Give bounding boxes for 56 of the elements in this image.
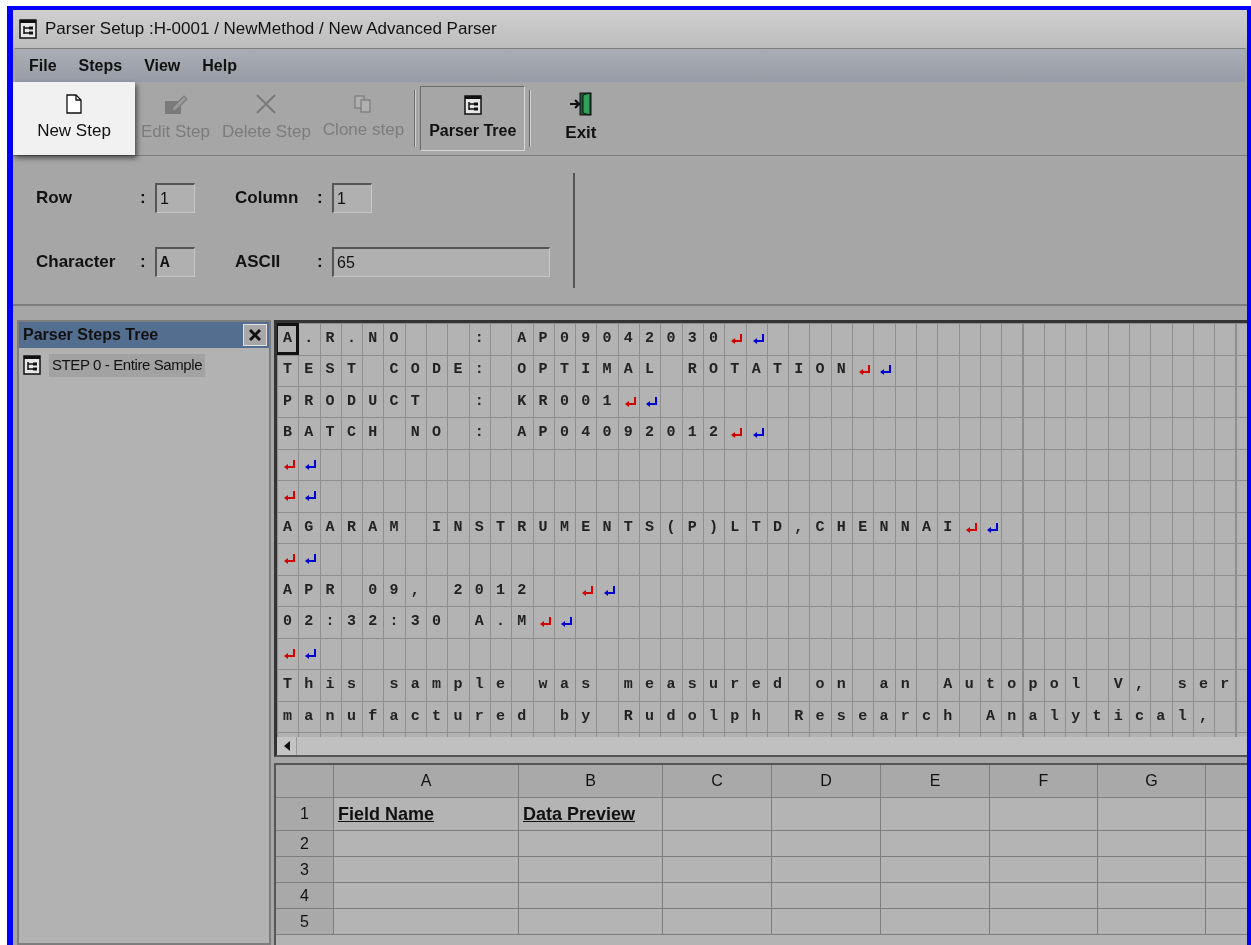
column-header[interactable]: F <box>990 765 1098 797</box>
row-header[interactable]: 4 <box>276 883 334 908</box>
column-header[interactable]: E <box>881 765 990 797</box>
x-icon <box>255 92 278 115</box>
menu-item[interactable]: View <box>144 53 181 78</box>
close-icon <box>249 329 261 341</box>
column-header[interactable]: A <box>334 765 519 797</box>
column-header[interactable]: D <box>772 765 881 797</box>
left-arrow-icon <box>283 741 290 751</box>
toolbar-button[interactable]: New Step <box>13 82 135 155</box>
table-cell-text: Field Name <box>338 802 435 826</box>
column-header[interactable]: G <box>1098 765 1206 797</box>
copy-icon <box>354 94 373 113</box>
tree-icon <box>463 94 482 115</box>
document-icon <box>66 93 82 114</box>
panel-title: Parser Steps Tree <box>23 325 159 345</box>
tree-item[interactable]: STEP 0 - Entire Sample <box>49 354 206 377</box>
close-button[interactable] <box>243 324 267 346</box>
table-cell-text: Data Preview <box>523 802 636 826</box>
field-label: Character <box>36 251 117 274</box>
input-field[interactable]: 65 <box>332 247 550 277</box>
exit-door-icon <box>568 91 593 116</box>
sample-line: manufactured by Rudolph Research Analytical, <box>283 707 1221 726</box>
colon: : <box>317 251 324 274</box>
menu-item[interactable]: Steps <box>78 53 123 78</box>
sample-line: AGARAM INSTRUMENTS(P)LTD,CHENNAI <box>283 518 965 537</box>
input-field[interactable]: A <box>155 247 195 277</box>
toolbar-button[interactable]: Exit <box>535 82 627 155</box>
row-header[interactable]: 3 <box>276 857 334 882</box>
field-label: ASCII <box>235 251 282 274</box>
sample-line: PRODUCT : KR001 <box>283 392 624 411</box>
sample-line: 02:32:30 A.M <box>283 613 539 632</box>
sample-line: APR 09, 2012 <box>283 581 540 600</box>
column-header[interactable]: C <box>663 765 772 797</box>
app-icon <box>19 19 37 39</box>
window-title: Parser Setup :H-0001 / NewMethod / New Advanced Parser <box>45 18 497 41</box>
field-label: Row <box>36 187 73 210</box>
tree-node-icon <box>23 355 41 376</box>
horizontal-scrollbar[interactable] <box>274 737 1247 757</box>
row-header[interactable]: 1 <box>276 798 334 830</box>
sample-line: TEST CODE: OPTIMAL ROTATION <box>283 361 859 380</box>
input-field[interactable]: 1 <box>155 183 195 213</box>
menu-item[interactable]: File <box>29 53 57 78</box>
row-header[interactable]: 5 <box>276 909 334 934</box>
column-header[interactable]: B <box>519 765 663 797</box>
scroll-left-button[interactable] <box>277 737 297 755</box>
input-field[interactable]: 1 <box>332 183 372 213</box>
field-label: Column <box>235 187 300 210</box>
colon: : <box>317 187 324 210</box>
colon: : <box>140 251 147 274</box>
sample-line: This sample was measured on an Autopol V, ser <box>283 676 1242 695</box>
row-header[interactable]: 2 <box>276 831 334 856</box>
toolbar-button[interactable]: Parser Tree <box>420 86 526 151</box>
menu-item[interactable]: Help <box>202 53 237 78</box>
colon: : <box>140 187 147 210</box>
sample-line: BATCH NO : AP04092012 <box>283 424 731 443</box>
